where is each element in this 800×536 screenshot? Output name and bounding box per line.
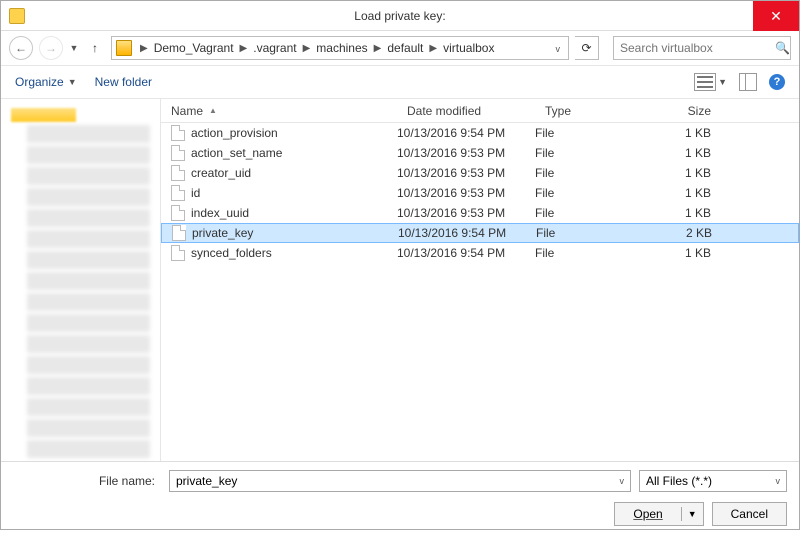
file-name: action_set_name — [191, 146, 282, 160]
file-row[interactable]: action_provision 10/13/2016 9:54 PMFile1 … — [161, 123, 799, 143]
toolbar: Organize ▼ New folder ▼ ? — [1, 65, 799, 99]
file-date: 10/13/2016 9:53 PM — [397, 206, 535, 220]
refresh-button[interactable]: ⟳ — [575, 36, 599, 60]
dialog-footer: File name: v All Files (*.*) v Open ▼ Ca… — [1, 461, 799, 536]
preview-pane-button[interactable] — [739, 73, 757, 91]
chevron-down-icon: ▼ — [68, 77, 77, 87]
close-button[interactable]: ✕ — [753, 1, 799, 31]
new-folder-button[interactable]: New folder — [95, 75, 152, 89]
forward-button[interactable]: → — [39, 36, 63, 60]
file-date: 10/13/2016 9:54 PM — [397, 126, 535, 140]
file-icon — [171, 165, 185, 181]
chevron-right-icon: ▶ — [427, 43, 439, 54]
file-type: File — [535, 206, 635, 220]
chevron-right-icon: ▶ — [372, 43, 384, 54]
col-size[interactable]: Size — [635, 104, 735, 118]
file-name: action_provision — [191, 126, 278, 140]
file-row[interactable]: private_key 10/13/2016 9:54 PMFile2 KB — [161, 223, 799, 243]
folder-tree[interactable] — [1, 99, 161, 461]
file-name: private_key — [192, 226, 253, 240]
col-date[interactable]: Date modified — [397, 104, 535, 118]
file-size: 2 KB — [636, 226, 736, 240]
file-name: id — [191, 186, 200, 200]
organize-menu[interactable]: Organize ▼ — [15, 75, 77, 89]
file-icon — [171, 205, 185, 221]
file-name: creator_uid — [191, 166, 251, 180]
sort-indicator-icon: ▲ — [209, 106, 217, 115]
breadcrumb[interactable]: machines — [314, 41, 369, 55]
breadcrumb[interactable]: default — [385, 41, 425, 55]
file-row[interactable]: action_set_name 10/13/2016 9:53 PMFile1 K… — [161, 143, 799, 163]
file-size: 1 KB — [635, 126, 735, 140]
file-date: 10/13/2016 9:53 PM — [397, 186, 535, 200]
file-size: 1 KB — [635, 166, 735, 180]
cancel-button[interactable]: Cancel — [712, 502, 787, 526]
file-date: 10/13/2016 9:54 PM — [397, 246, 535, 260]
file-row[interactable]: synced_folders 10/13/2016 9:54 PMFile1 KB — [161, 243, 799, 263]
file-icon — [172, 225, 186, 241]
file-size: 1 KB — [635, 146, 735, 160]
file-size: 1 KB — [635, 246, 735, 260]
view-icon — [694, 73, 716, 91]
file-filter-label: All Files (*.*) — [646, 474, 712, 488]
chevron-down-icon: ▼ — [718, 77, 727, 87]
breadcrumb[interactable]: virtualbox — [441, 41, 496, 55]
breadcrumb[interactable]: .vagrant — [251, 41, 298, 55]
file-type: File — [535, 186, 635, 200]
help-icon[interactable]: ? — [769, 74, 785, 90]
chevron-down-icon: v — [776, 476, 781, 486]
chevron-right-icon: ▶ — [138, 43, 150, 54]
file-filter-combo[interactable]: All Files (*.*) v — [639, 470, 787, 492]
dialog-title: Load private key: — [1, 9, 799, 23]
chevron-right-icon: ▶ — [238, 43, 250, 54]
open-button[interactable]: Open ▼ — [614, 502, 703, 526]
column-headers[interactable]: Name ▲ Date modified Type Size — [161, 99, 799, 123]
col-name[interactable]: Name — [171, 104, 203, 118]
chevron-down-icon[interactable]: v — [620, 476, 625, 486]
filename-input[interactable] — [176, 474, 620, 488]
col-type[interactable]: Type — [535, 104, 635, 118]
file-name: index_uuid — [191, 206, 249, 220]
search-input[interactable] — [620, 41, 775, 55]
titlebar: Load private key: ✕ — [1, 1, 799, 31]
file-icon — [171, 185, 185, 201]
file-type: File — [535, 146, 635, 160]
file-type: File — [535, 166, 635, 180]
back-button[interactable]: ← — [9, 36, 33, 60]
file-icon — [171, 125, 185, 141]
address-bar[interactable]: ▶ Demo_Vagrant ▶ .vagrant ▶ machines ▶ d… — [111, 36, 569, 60]
search-box[interactable]: 🔍 — [613, 36, 791, 60]
filename-label: File name: — [13, 474, 161, 488]
open-dropdown[interactable]: ▼ — [682, 509, 703, 519]
file-size: 1 KB — [635, 206, 735, 220]
file-row[interactable]: creator_uid 10/13/2016 9:53 PMFile1 KB — [161, 163, 799, 183]
file-name: synced_folders — [191, 246, 272, 260]
navbar: ← → ▼ ↑ ▶ Demo_Vagrant ▶ .vagrant ▶ mach… — [1, 31, 799, 65]
breadcrumb[interactable]: Demo_Vagrant — [152, 41, 236, 55]
file-icon — [171, 245, 185, 261]
file-type: File — [535, 126, 635, 140]
file-date: 10/13/2016 9:53 PM — [397, 146, 535, 160]
file-row[interactable]: id 10/13/2016 9:53 PMFile1 KB — [161, 183, 799, 203]
app-icon — [9, 8, 25, 24]
open-label: Open — [615, 507, 681, 521]
search-icon: 🔍 — [775, 41, 790, 55]
file-list: Name ▲ Date modified Type Size action_pr… — [161, 99, 799, 461]
file-row[interactable]: index_uuid 10/13/2016 9:53 PMFile1 KB — [161, 203, 799, 223]
history-dropdown[interactable]: ▼ — [69, 36, 79, 60]
file-date: 10/13/2016 9:54 PM — [398, 226, 536, 240]
organize-label: Organize — [15, 75, 64, 89]
chevron-right-icon: ▶ — [301, 43, 313, 54]
folder-icon — [116, 40, 132, 56]
file-date: 10/13/2016 9:53 PM — [397, 166, 535, 180]
up-button[interactable]: ↑ — [85, 38, 105, 58]
view-menu[interactable]: ▼ — [694, 73, 727, 91]
address-dropdown[interactable]: v — [552, 41, 565, 55]
file-icon — [171, 145, 185, 161]
filename-combo[interactable]: v — [169, 470, 631, 492]
file-size: 1 KB — [635, 186, 735, 200]
file-type: File — [536, 226, 636, 240]
file-type: File — [535, 246, 635, 260]
